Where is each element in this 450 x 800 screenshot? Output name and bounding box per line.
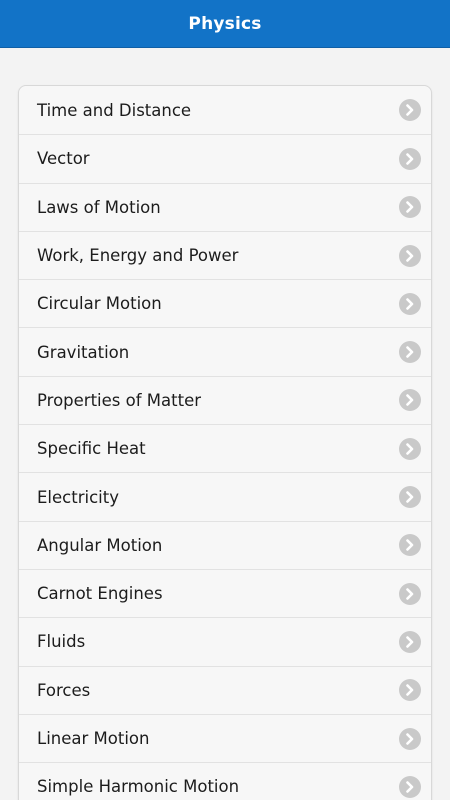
list-item-label: Fluids xyxy=(37,632,86,652)
list-item-label: Vector xyxy=(37,149,90,169)
list-item[interactable]: Work, Energy and Power xyxy=(19,230,431,280)
chevron-right-icon xyxy=(399,437,421,460)
list-item-label: Linear Motion xyxy=(37,729,150,748)
app-header: Physics xyxy=(0,0,450,48)
chevron-right-icon xyxy=(399,679,421,702)
chevron-right-icon xyxy=(399,630,421,653)
chevron-right-icon xyxy=(399,99,421,122)
list-item[interactable]: Forces xyxy=(19,665,431,714)
list-item[interactable]: Gravitation xyxy=(19,327,431,376)
list-item[interactable]: Properties of Matter xyxy=(19,375,431,425)
chevron-right-icon xyxy=(399,727,421,750)
list-item-label: Work, Energy and Power xyxy=(37,246,239,266)
list-item-label: Properties of Matter xyxy=(37,390,202,410)
chevron-right-icon xyxy=(399,147,421,170)
list-item[interactable]: Time and Distance xyxy=(19,86,431,135)
list-item-label: Simple Harmonic Motion xyxy=(37,777,240,797)
list-item-label: Circular Motion xyxy=(37,294,162,314)
content-area[interactable]: Time and Distance Vector Laws of Motion Wor… xyxy=(0,48,450,800)
chevron-right-icon xyxy=(399,196,421,219)
topic-list: Time and Distance Vector Laws of Motion Wor… xyxy=(18,85,432,800)
list-item[interactable]: Fluids xyxy=(19,617,431,666)
list-item[interactable]: Simple Harmonic Motion xyxy=(19,762,431,800)
chevron-right-icon xyxy=(399,389,421,412)
chevron-right-icon xyxy=(399,582,421,605)
list-item[interactable]: Laws of Motion xyxy=(19,182,431,231)
list-item-label: Time and Distance xyxy=(37,100,192,120)
list-item[interactable]: Specific Heat xyxy=(19,424,431,473)
list-item-label: Laws of Motion xyxy=(37,197,161,217)
list-item[interactable]: Circular Motion xyxy=(19,279,431,328)
list-item-label: Angular Motion xyxy=(37,535,163,555)
chevron-right-icon xyxy=(399,341,421,364)
list-item[interactable]: Vector xyxy=(19,134,431,183)
list-item-label: Carnot Engines xyxy=(37,584,163,604)
chevron-right-icon xyxy=(399,244,421,267)
page-title: Physics xyxy=(188,13,262,34)
list-item[interactable]: Angular Motion xyxy=(19,520,431,569)
list-item-label: Electricity xyxy=(37,487,119,507)
chevron-right-icon xyxy=(399,775,421,798)
list-item-label: Forces xyxy=(37,680,91,700)
chevron-right-icon xyxy=(399,292,421,315)
list-item-label: Specific Heat xyxy=(37,439,146,459)
chevron-right-icon xyxy=(399,534,421,557)
list-item[interactable]: Electricity xyxy=(19,472,431,521)
list-item[interactable]: Linear Motion xyxy=(19,713,431,763)
chevron-right-icon xyxy=(399,486,421,509)
list-item[interactable]: Carnot Engines xyxy=(19,568,431,618)
list-item-label: Gravitation xyxy=(37,342,130,362)
